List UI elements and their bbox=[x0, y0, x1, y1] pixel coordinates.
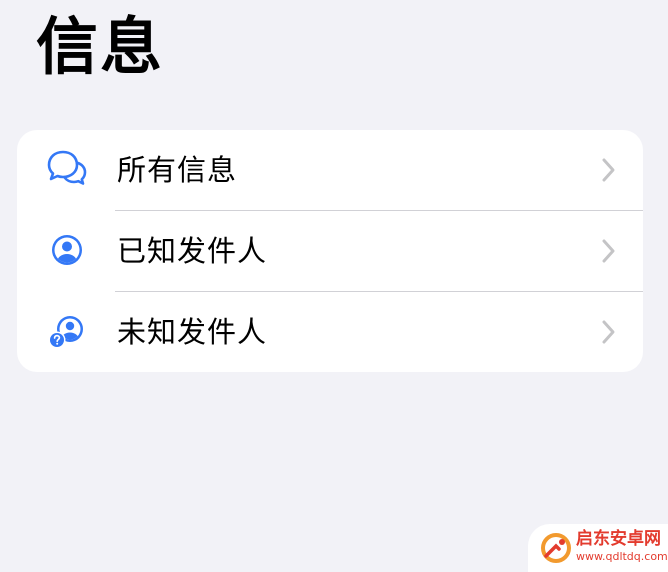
list-item-label: 已知发件人 bbox=[117, 234, 268, 268]
chevron-right-icon bbox=[601, 238, 617, 264]
person-question-icon bbox=[43, 307, 91, 355]
list-item-label: 未知发件人 bbox=[117, 315, 268, 349]
list-item-unknown-senders[interactable]: 未知发件人 bbox=[17, 292, 643, 372]
chat-bubbles-icon bbox=[43, 145, 91, 193]
page-title: 信息 bbox=[36, 10, 165, 83]
watermark: 启东安卓网 www.qdltdq.com bbox=[528, 524, 668, 572]
message-filter-list: 所有信息 已知发件人 未知发件人 bbox=[17, 130, 643, 372]
chevron-right-icon bbox=[601, 157, 617, 183]
list-item-label: 所有信息 bbox=[117, 153, 238, 187]
watermark-url: www.qdltdq.com bbox=[576, 550, 668, 563]
list-item-all-messages[interactable]: 所有信息 bbox=[17, 130, 643, 210]
watermark-logo-icon bbox=[540, 532, 572, 564]
person-circle-icon bbox=[43, 226, 91, 274]
watermark-name: 启东安卓网 bbox=[576, 529, 661, 549]
list-item-known-senders[interactable]: 已知发件人 bbox=[17, 211, 643, 291]
chevron-right-icon bbox=[601, 319, 617, 345]
